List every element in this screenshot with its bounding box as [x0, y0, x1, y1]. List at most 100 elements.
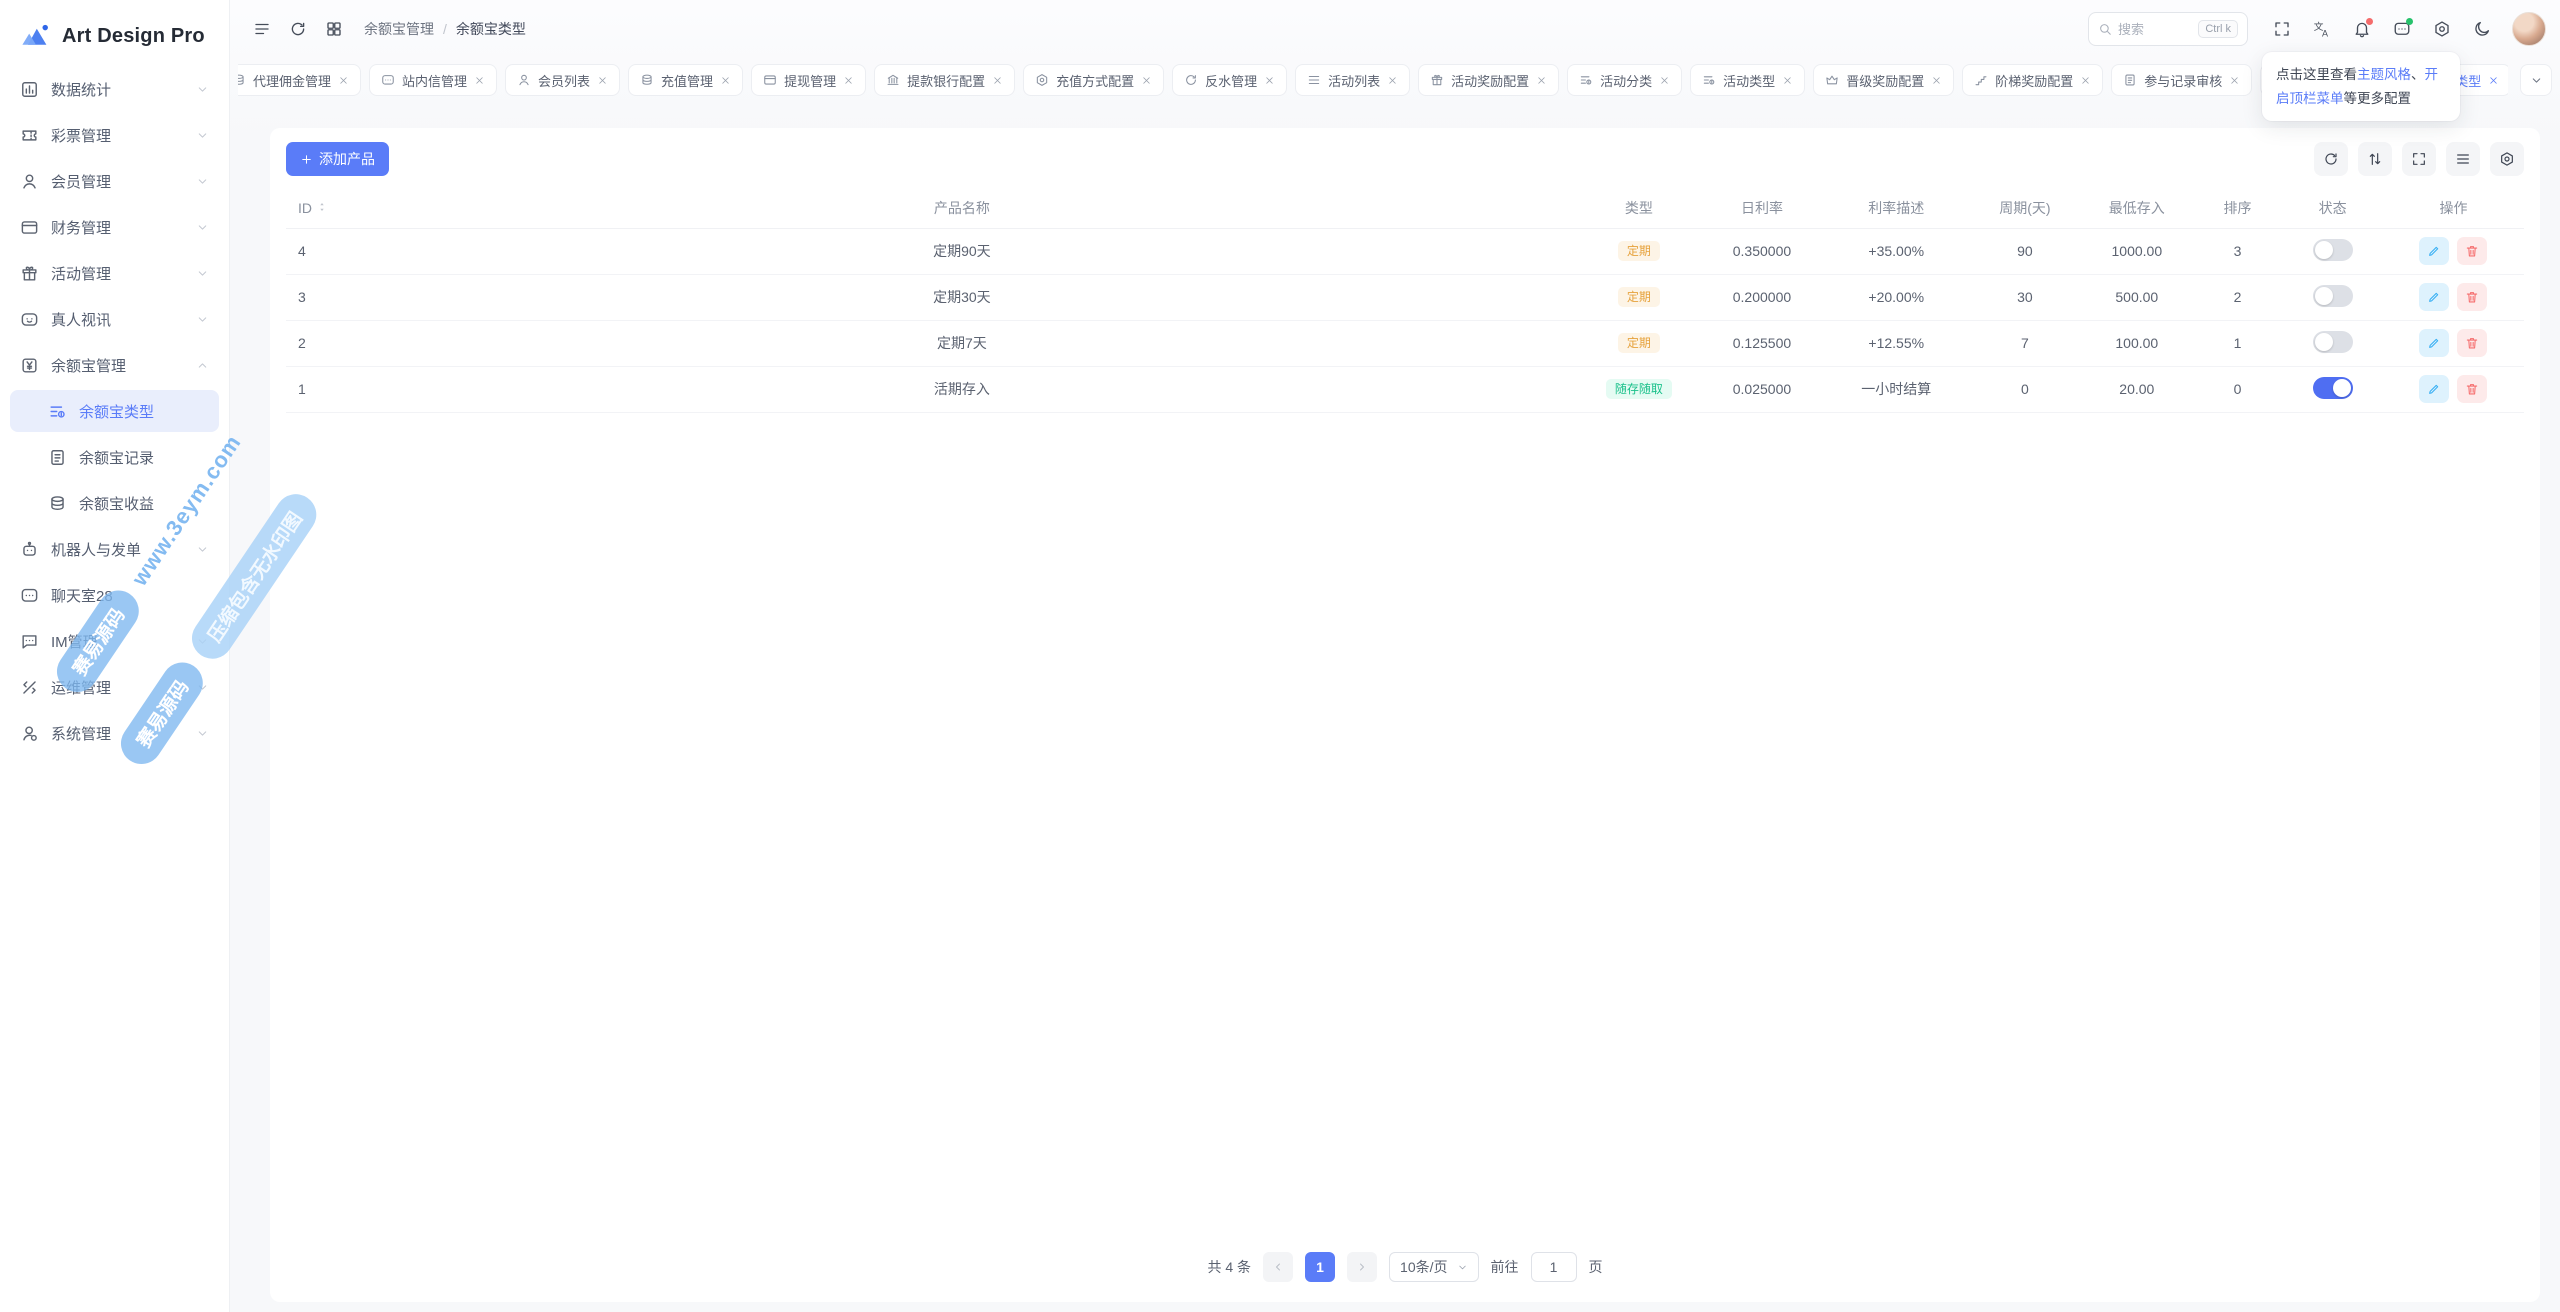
- sidebar-item-yuebao[interactable]: 余额宝管理: [10, 344, 219, 386]
- close-icon[interactable]: [597, 75, 608, 86]
- sidebar-item-robot-orders[interactable]: 机器人与发单: [10, 528, 219, 570]
- edit-button[interactable]: [2419, 329, 2449, 357]
- close-icon[interactable]: [474, 75, 485, 86]
- tab-activity-type[interactable]: 活动类型: [1690, 64, 1805, 96]
- table-sort-button[interactable]: [2358, 142, 2392, 176]
- sidebar-item-system[interactable]: 系统管理: [10, 712, 219, 754]
- apps-grid-button[interactable]: [316, 11, 352, 47]
- tooltip-text: 点击这里查看: [2276, 67, 2357, 82]
- sidebar-item-activities[interactable]: 活动管理: [10, 252, 219, 294]
- sidebar-item-lottery[interactable]: 彩票管理: [10, 114, 219, 156]
- fullscreen-button[interactable]: [2264, 11, 2300, 47]
- tabs-overflow-button[interactable]: [2520, 64, 2552, 96]
- sidebar-item-members[interactable]: 会员管理: [10, 160, 219, 202]
- tab-promotion-reward-config[interactable]: 晋级奖励配置: [1813, 64, 1954, 96]
- close-icon[interactable]: [1782, 75, 1793, 86]
- tab-site-message[interactable]: 站内信管理: [369, 64, 497, 96]
- close-icon[interactable]: [843, 75, 854, 86]
- tab-member-list[interactable]: 会员列表: [505, 64, 620, 96]
- tab-recharge-method-config[interactable]: 充值方式配置: [1023, 64, 1164, 96]
- tab-withdraw-bank-config[interactable]: 提款银行配置: [874, 64, 1015, 96]
- table-refresh-button[interactable]: [2314, 142, 2348, 176]
- edit-button[interactable]: [2419, 283, 2449, 311]
- table-density-button[interactable]: [2446, 142, 2480, 176]
- close-icon[interactable]: [1264, 75, 1275, 86]
- card-icon: [20, 218, 39, 237]
- language-button[interactable]: [2304, 11, 2340, 47]
- sidebar-item-finance[interactable]: 财务管理: [10, 206, 219, 248]
- tab-agent-commission[interactable]: 代理佣金管理: [238, 64, 361, 96]
- cell-id: 4: [286, 228, 346, 274]
- close-icon[interactable]: [1931, 75, 1942, 86]
- breadcrumb-parent[interactable]: 余额宝管理: [364, 19, 434, 39]
- delete-button[interactable]: [2457, 329, 2487, 357]
- cell-daily-rate: 0.025000: [1700, 366, 1823, 412]
- edit-button[interactable]: [2419, 237, 2449, 265]
- status-toggle[interactable]: [2313, 239, 2353, 261]
- close-icon[interactable]: [2488, 75, 2499, 86]
- user-avatar[interactable]: [2512, 12, 2546, 46]
- status-toggle[interactable]: [2313, 377, 2353, 399]
- refresh-page-button[interactable]: [280, 11, 316, 47]
- sidebar-item-im[interactable]: IM管理: [10, 620, 219, 662]
- close-icon[interactable]: [1387, 75, 1398, 86]
- status-toggle[interactable]: [2313, 331, 2353, 353]
- delete-button[interactable]: [2457, 283, 2487, 311]
- tab-label: 阶梯奖励配置: [1995, 71, 2073, 90]
- delete-button[interactable]: [2457, 375, 2487, 403]
- sidebar: Art Design Pro 数据统计 彩票管理 会员管理 财务管理 活动管理 …: [0, 0, 230, 1312]
- edit-button[interactable]: [2419, 375, 2449, 403]
- close-icon[interactable]: [992, 75, 1003, 86]
- column-header-rate-desc: 利率描述: [1824, 188, 1969, 228]
- goto-page-input[interactable]: [1531, 1252, 1577, 1282]
- sidebar-item-chatroom[interactable]: 聊天室28: [10, 574, 219, 616]
- add-product-label: 添加产品: [319, 149, 375, 169]
- table-fullscreen-button[interactable]: [2402, 142, 2436, 176]
- app-logo[interactable]: Art Design Pro: [0, 6, 229, 68]
- tab-rebate[interactable]: 反水管理: [1172, 64, 1287, 96]
- prev-page-button[interactable]: [1263, 1252, 1293, 1282]
- sidebar-item-ops[interactable]: 运维管理: [10, 666, 219, 708]
- sidebar-item-yuebao-type[interactable]: 余额宝类型: [10, 390, 219, 432]
- tab-participation-audit[interactable]: 参与记录审核: [2111, 64, 2252, 96]
- page-size-select[interactable]: 10条/页: [1389, 1252, 1478, 1282]
- add-product-button[interactable]: 添加产品: [286, 142, 389, 176]
- tab-recharge[interactable]: 充值管理: [628, 64, 743, 96]
- close-icon[interactable]: [1536, 75, 1547, 86]
- tab-activity-reward-config[interactable]: 活动奖励配置: [1418, 64, 1559, 96]
- close-icon[interactable]: [338, 75, 349, 86]
- settings-button[interactable]: [2424, 11, 2460, 47]
- sort-carets-icon[interactable]: [316, 199, 328, 215]
- close-icon[interactable]: [720, 75, 731, 86]
- sidebar-item-yuebao-records[interactable]: 余额宝记录: [10, 436, 219, 478]
- close-icon[interactable]: [1659, 75, 1670, 86]
- sidebar-item-yuebao-earnings[interactable]: 余额宝收益: [10, 482, 219, 524]
- collapse-sidebar-button[interactable]: [244, 11, 280, 47]
- cell-id: 2: [286, 320, 346, 366]
- tab-withdraw[interactable]: 提现管理: [751, 64, 866, 96]
- global-search[interactable]: Ctrl k: [2088, 12, 2248, 46]
- status-toggle[interactable]: [2313, 285, 2353, 307]
- sidebar-item-data-stats[interactable]: 数据统计: [10, 68, 219, 110]
- tab-activity-list[interactable]: 活动列表: [1295, 64, 1410, 96]
- dark-mode-button[interactable]: [2464, 11, 2500, 47]
- table-settings-button[interactable]: [2490, 142, 2524, 176]
- close-icon[interactable]: [2229, 75, 2240, 86]
- pencil-icon: [2427, 336, 2441, 350]
- next-page-button[interactable]: [1347, 1252, 1377, 1282]
- close-icon[interactable]: [2080, 75, 2091, 86]
- cell-daily-rate: 0.350000: [1700, 228, 1823, 274]
- search-input[interactable]: [2118, 22, 2188, 37]
- close-icon[interactable]: [1141, 75, 1152, 86]
- cell-id: 1: [286, 366, 346, 412]
- tab-activity-category[interactable]: 活动分类: [1567, 64, 1682, 96]
- table-header-row: ID 产品名称 类型 日利率 利率描述 周期(天) 最低存入 排序 状态 操作: [286, 188, 2524, 228]
- current-page-button[interactable]: 1: [1305, 1252, 1335, 1282]
- notifications-button[interactable]: [2344, 11, 2380, 47]
- column-header-id[interactable]: ID: [286, 188, 346, 228]
- theme-style-link[interactable]: 主题风格: [2357, 67, 2411, 82]
- messages-button[interactable]: [2384, 11, 2420, 47]
- delete-button[interactable]: [2457, 237, 2487, 265]
- tab-ladder-reward-config[interactable]: 阶梯奖励配置: [1962, 64, 2103, 96]
- sidebar-item-live-video[interactable]: 真人视讯: [10, 298, 219, 340]
